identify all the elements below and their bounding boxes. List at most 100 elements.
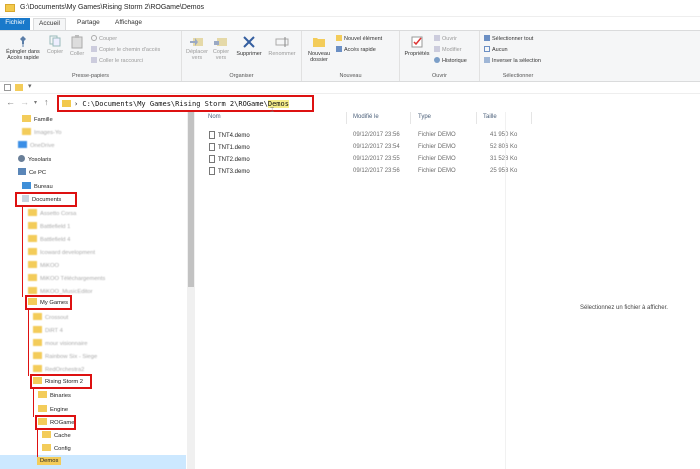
- tree-item-config[interactable]: Config: [42, 444, 71, 452]
- tab-accueil[interactable]: Accueil: [33, 18, 66, 30]
- scissors-icon: [91, 35, 97, 41]
- folder-icon: [22, 128, 31, 135]
- folder-icon: [62, 100, 71, 107]
- preview-pane-divider: [505, 112, 506, 469]
- annotation-line: [28, 310, 29, 376]
- folder-icon: [5, 4, 15, 12]
- chevron-down-icon[interactable]: ▾: [28, 82, 32, 90]
- copy-path-button[interactable]: Copier le chemin d'accès: [91, 46, 160, 53]
- file-date: 09/12/2017 23:56: [353, 168, 400, 174]
- folder-icon: [38, 405, 47, 412]
- file-size: 31 528 Ko: [490, 156, 518, 162]
- selected-row-highlight: [0, 455, 186, 469]
- tree-item-engine[interactable]: Engine: [38, 405, 68, 413]
- recent-dropdown-icon[interactable]: ▾: [34, 99, 37, 106]
- user-icon: [18, 155, 25, 162]
- column-header-modified[interactable]: Modifié le: [353, 114, 379, 120]
- paste-button[interactable]: Coller: [67, 35, 87, 57]
- up-arrow-icon[interactable]: ↑: [44, 97, 49, 107]
- history-button[interactable]: Historique: [434, 57, 467, 64]
- tree-item-ce-pc[interactable]: Ce PC: [18, 168, 46, 176]
- pin-quick-access-button[interactable]: Épingler dans Accès rapide: [3, 35, 43, 61]
- tree-item-folder[interactable]: MiKOO: [28, 261, 59, 269]
- tree-item-folder[interactable]: DiRT 4: [33, 326, 63, 334]
- tree-item-bureau[interactable]: Bureau: [22, 182, 53, 190]
- tree-item-folder[interactable]: Rainbow Six - Siege: [33, 352, 97, 360]
- clipboard-icon: [71, 35, 83, 49]
- tree-item-folder[interactable]: RedOrchestra2: [33, 365, 84, 373]
- tree-item-images[interactable]: Images-Yo: [22, 128, 62, 136]
- rename-icon: [275, 37, 289, 47]
- ribbon: Épingler dans Accès rapide Copier Coller …: [0, 30, 700, 82]
- properties-button[interactable]: Propriétés: [402, 35, 432, 57]
- back-arrow-icon[interactable]: ←: [6, 97, 15, 107]
- select-all-button[interactable]: Sélectionner tout: [484, 35, 533, 42]
- tree-item-folder[interactable]: MiKOO Téléchargements: [28, 274, 105, 282]
- tree-item-folder[interactable]: Crossout: [33, 313, 68, 321]
- file-type: Fichier DEMO: [418, 156, 456, 162]
- new-folder-button[interactable]: Nouveau dossier: [304, 35, 334, 63]
- folder-icon: [28, 222, 37, 229]
- group-ouvrir: Propriétés Ouvrir Modifier Historique Ou…: [400, 31, 480, 81]
- tree-item-folder[interactable]: Battlefield 4: [28, 235, 70, 243]
- address-bar[interactable]: › C:\Documents\My Games\Rising Storm 2\R…: [57, 95, 314, 112]
- tree-item-folder[interactable]: MiKOO_MusicEditor: [28, 287, 93, 295]
- invert-selection-icon: [484, 57, 490, 63]
- move-to-button[interactable]: Déplacer vers: [184, 35, 210, 61]
- file-type: Fichier DEMO: [418, 144, 456, 150]
- column-divider[interactable]: [346, 112, 347, 124]
- cloud-icon: [18, 141, 27, 148]
- annotation-box-rising-storm: [30, 374, 92, 389]
- sidebar-scrollbar-thumb[interactable]: [188, 112, 194, 287]
- window-title: G:\Documents\My Games\Rising Storm 2\ROG…: [20, 4, 204, 11]
- rename-button[interactable]: Renommer: [266, 35, 298, 57]
- group-organiser: Déplacer vers Copier vers Supprimer Renomm…: [182, 31, 302, 81]
- column-divider[interactable]: [410, 112, 411, 124]
- tree-item-folder[interactable]: Icoward development: [28, 248, 95, 256]
- tree-item-binaries[interactable]: Binaries: [38, 391, 71, 399]
- file-date: 09/12/2017 23:55: [353, 156, 400, 162]
- select-none-button[interactable]: Aucun: [484, 46, 508, 53]
- tree-item-user[interactable]: Yosolaris: [18, 155, 51, 163]
- annotation-line: [37, 430, 38, 457]
- cut-button[interactable]: Couper: [91, 35, 117, 42]
- folder-small-icon[interactable]: [15, 84, 23, 91]
- tab-fichier[interactable]: Fichier: [0, 18, 30, 30]
- tree-item-folder[interactable]: Assetto Corsa: [28, 209, 76, 217]
- group-selectionner: Sélectionner tout Aucun Inverser la séle…: [480, 31, 556, 81]
- folder-icon: [28, 209, 37, 216]
- tab-affichage[interactable]: Affichage: [110, 18, 147, 30]
- open-icon: [434, 35, 440, 41]
- new-item-button[interactable]: Nouvel élément: [336, 35, 382, 42]
- edit-button[interactable]: Modifier: [434, 46, 462, 53]
- copy-to-button[interactable]: Copier vers: [210, 35, 232, 61]
- new-item-icon: [336, 35, 342, 41]
- folder-icon: [28, 274, 37, 281]
- file-date: 09/12/2017 23:56: [353, 132, 400, 138]
- annotation-box-documents: [15, 192, 77, 207]
- column-divider[interactable]: [476, 112, 477, 124]
- path-icon: [91, 46, 97, 52]
- file-icon: [209, 167, 215, 175]
- open-button[interactable]: Ouvrir: [434, 35, 457, 42]
- delete-button[interactable]: Supprimer: [234, 35, 264, 57]
- forward-arrow-icon[interactable]: →: [20, 97, 29, 107]
- tree-item-folder[interactable]: Battlefield 1: [28, 222, 70, 230]
- column-divider[interactable]: [531, 112, 532, 124]
- copy-button[interactable]: Copier: [45, 35, 65, 55]
- invert-selection-button[interactable]: Inverser la sélection: [484, 57, 541, 64]
- column-header-size[interactable]: Taille: [483, 114, 497, 120]
- column-header-type[interactable]: Type: [418, 114, 431, 120]
- annotation-line: [22, 207, 23, 297]
- column-header-name[interactable]: Nom: [208, 114, 221, 120]
- tree-item-onedrive[interactable]: OneDrive: [18, 141, 54, 149]
- tree-item-folder[interactable]: mour visionnaire: [33, 339, 88, 347]
- tree-item-famille[interactable]: Famille: [22, 115, 53, 123]
- tab-partage[interactable]: Partage: [72, 18, 105, 30]
- tree-item-cache[interactable]: Cache: [42, 431, 71, 439]
- tree-item-demos[interactable]: Demos: [37, 457, 62, 465]
- properties-small-icon[interactable]: [4, 84, 11, 91]
- paste-shortcut-button[interactable]: Coller le raccourci: [91, 57, 143, 64]
- quick-access-button[interactable]: Accès rapide: [336, 46, 376, 53]
- quick-access-toolbar: ▾: [0, 82, 700, 94]
